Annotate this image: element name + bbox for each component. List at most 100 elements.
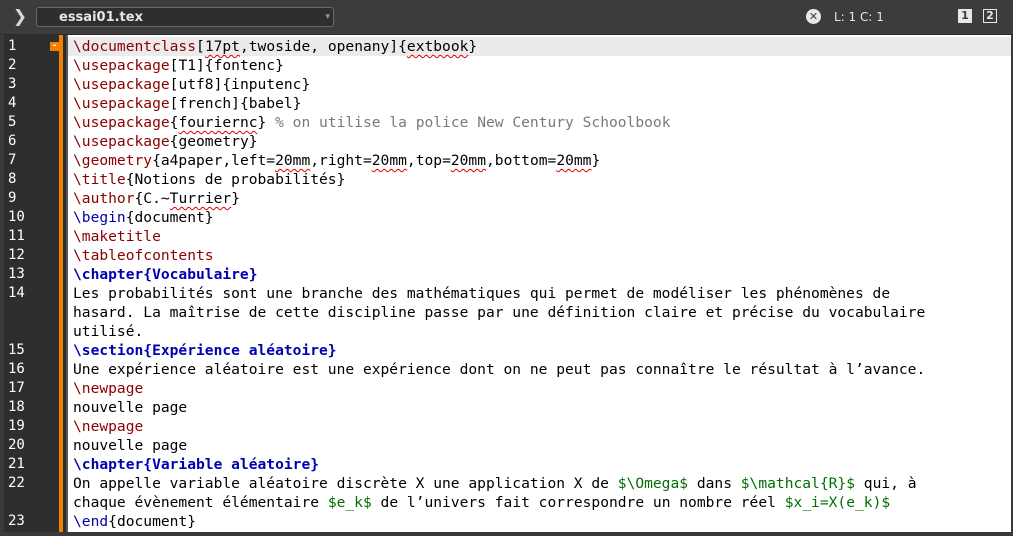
code-line[interactable]: 15 \section{Expérience aléatoire} bbox=[4, 341, 1011, 360]
code-line[interactable]: 5 \usepackage{fouriernc} % on utilise la … bbox=[4, 113, 1011, 132]
code-line[interactable]: 12 \tableofcontents bbox=[4, 246, 1011, 265]
line-text: \usepackage[T1]{fontenc} bbox=[73, 56, 284, 75]
token: {document} bbox=[125, 209, 214, 226]
code-line[interactable]: 16 Une expérience aléatoire est une expér… bbox=[4, 360, 1011, 379]
token: } bbox=[591, 152, 601, 169]
line-number: 21 bbox=[8, 456, 25, 472]
line-text: \begin{document} bbox=[73, 208, 214, 227]
token: \begin bbox=[73, 209, 126, 226]
token: 20mm bbox=[275, 152, 311, 169]
line-number: 14 bbox=[8, 285, 25, 301]
line-text: \maketitle bbox=[73, 227, 161, 246]
token: $\Omega$ bbox=[617, 475, 689, 492]
code-line[interactable]: 8 \title{Notions de probabilités} bbox=[4, 170, 1011, 189]
code-line[interactable]: 7 \geometry{a4paper,left=20mm,right=20mm,… bbox=[4, 151, 1011, 170]
file-selector[interactable]: essai01.tex ▾ bbox=[36, 7, 334, 27]
token: On appelle variable aléatoire discrète X… bbox=[73, 475, 618, 492]
line-number: 1 bbox=[8, 38, 17, 54]
pane-2-button[interactable]: 2 bbox=[983, 9, 997, 23]
code-line[interactable]: 17 \newpage bbox=[4, 379, 1011, 398]
code-line[interactable]: 19 \newpage bbox=[4, 417, 1011, 436]
line-number: 19 bbox=[8, 418, 25, 434]
line-text: \end{document} bbox=[73, 512, 196, 531]
code-editor[interactable]: - 1 \documentclass[17pt,twoside, openany]… bbox=[4, 35, 1011, 532]
code-line[interactable]: 23 \end{document} bbox=[4, 512, 1011, 531]
code-line[interactable]: 3 \usepackage[utf8]{inputenc} bbox=[4, 75, 1011, 94]
code-line[interactable]: 14 Les probabilités sont une branche des … bbox=[4, 284, 1011, 303]
line-number bbox=[4, 303, 54, 322]
code-line[interactable]: 18 nouvelle page bbox=[4, 398, 1011, 417]
line-number: 11 bbox=[8, 228, 25, 244]
line-text: On appelle variable aléatoire discrète X… bbox=[73, 474, 917, 493]
code-line[interactable]: chaque évènement élémentaire $e_k$ de l’… bbox=[4, 493, 1011, 512]
code-line[interactable]: 9 \author{C.~Turrier} bbox=[4, 189, 1011, 208]
editor-window: ❯ essai01.tex ▾ ✕ L: 1 C: 1 1 2 - 1 \docu… bbox=[0, 0, 1013, 536]
code-line[interactable]: 2 \usepackage[T1]{fontenc} bbox=[4, 56, 1011, 75]
token: \geometry bbox=[73, 152, 153, 169]
line-text: chaque évènement élémentaire $e_k$ de l’… bbox=[73, 493, 890, 512]
chevron-down-icon[interactable]: ▾ bbox=[325, 12, 330, 22]
line-text: nouvelle page bbox=[73, 436, 187, 455]
token: \title bbox=[73, 171, 126, 188]
token: qui, à bbox=[855, 475, 917, 492]
token: de l’univers fait correspondre un nombre… bbox=[371, 494, 785, 511]
token: ,bottom= bbox=[486, 152, 557, 169]
token: \end bbox=[73, 513, 109, 530]
chevron-right-icon[interactable]: ❯ bbox=[8, 6, 32, 28]
close-icon[interactable]: ✕ bbox=[806, 9, 821, 24]
token: } bbox=[231, 190, 240, 207]
code-line[interactable]: 6 \usepackage{geometry} bbox=[4, 132, 1011, 151]
token: hasard. La maîtrise de cette discipline … bbox=[73, 304, 926, 321]
line-text: \chapter{Variable aléatoire} bbox=[73, 455, 319, 474]
tab-bar: ❯ essai01.tex ▾ ✕ L: 1 C: 1 1 2 bbox=[0, 0, 1013, 35]
token: \section{Expérience aléatoire} bbox=[73, 342, 337, 359]
pane-1-button[interactable]: 1 bbox=[958, 9, 972, 23]
line-text: \usepackage{geometry} bbox=[73, 132, 258, 151]
token: 20mm bbox=[371, 152, 407, 169]
line-number bbox=[4, 322, 54, 341]
token: \newpage bbox=[73, 380, 144, 397]
cursor-position: L: 1 C: 1 bbox=[834, 10, 884, 24]
line-text: Une expérience aléatoire est une expérie… bbox=[73, 360, 925, 379]
token: \maketitle bbox=[73, 228, 161, 245]
line-number: 5 bbox=[8, 114, 17, 130]
code-line[interactable]: 20 nouvelle page bbox=[4, 436, 1011, 455]
code-line[interactable]: 13 \chapter{Vocabulaire} bbox=[4, 265, 1011, 284]
token: [french]{babel} bbox=[169, 95, 302, 112]
token: {geometry} bbox=[169, 133, 258, 150]
token: \documentclass bbox=[73, 38, 197, 55]
token: chaque évènement élémentaire bbox=[73, 494, 328, 511]
code-line[interactable]: 22 On appelle variable aléatoire discrète… bbox=[4, 474, 1011, 493]
token: 17pt bbox=[204, 38, 240, 55]
code-line[interactable]: 11 \maketitle bbox=[4, 227, 1011, 246]
line-text: \chapter{Vocabulaire} bbox=[73, 265, 258, 284]
token: \tableofcontents bbox=[73, 247, 214, 264]
token: Les probabilités sont une branche des ma… bbox=[73, 285, 891, 302]
token: 20mm bbox=[450, 152, 487, 169]
line-text: \usepackage[french]{babel} bbox=[73, 94, 301, 113]
token: dans bbox=[688, 475, 741, 492]
token: {a4paper,left= bbox=[152, 152, 276, 169]
code-line[interactable]: 4 \usepackage[french]{babel} bbox=[4, 94, 1011, 113]
token: {C.~ bbox=[134, 190, 170, 207]
token: % on utilise la police New Century Schoo… bbox=[275, 114, 671, 131]
line-number: 18 bbox=[8, 399, 25, 415]
token: [utf8]{inputenc} bbox=[169, 76, 311, 93]
line-text: utilisé. bbox=[73, 322, 143, 341]
line-text: \tableofcontents bbox=[73, 246, 214, 265]
token: \author bbox=[73, 190, 135, 207]
line-number: 10 bbox=[8, 209, 25, 225]
code-line[interactable]: 10 \begin{document} bbox=[4, 208, 1011, 227]
token: [ bbox=[196, 38, 205, 55]
line-text: \usepackage[utf8]{inputenc} bbox=[73, 75, 310, 94]
code-line[interactable]: 21 \chapter{Variable aléatoire} bbox=[4, 455, 1011, 474]
token: \usepackage bbox=[73, 114, 170, 131]
token: $e_k$ bbox=[327, 494, 372, 511]
token: ,top= bbox=[406, 152, 451, 169]
code-line[interactable]: utilisé. bbox=[4, 322, 1011, 341]
code-line[interactable]: 1 \documentclass[17pt,twoside, openany]{e… bbox=[4, 37, 1011, 56]
line-number: 20 bbox=[8, 437, 25, 453]
line-text: hasard. La maîtrise de cette discipline … bbox=[73, 303, 925, 322]
code-line[interactable]: hasard. La maîtrise de cette discipline … bbox=[4, 303, 1011, 322]
token: utilisé. bbox=[73, 323, 144, 340]
